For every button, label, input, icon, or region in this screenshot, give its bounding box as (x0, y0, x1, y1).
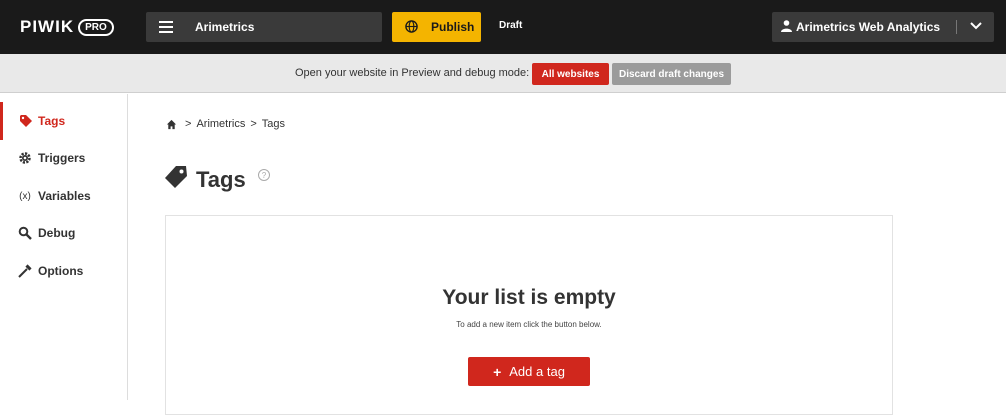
home-icon[interactable] (166, 119, 177, 130)
sidebar-item-label: Triggers (38, 151, 86, 165)
tag-icon (165, 166, 187, 188)
sidebar-item-tags[interactable]: Tags (0, 102, 127, 140)
site-selector[interactable]: Arimetrics (146, 12, 382, 42)
sidebar-item-variables[interactable]: (x) Variables (0, 177, 127, 215)
discard-draft-button[interactable]: Discard draft changes (612, 63, 731, 85)
page-title: Tags (196, 167, 246, 192)
add-tag-button[interactable]: + Add a tag (468, 357, 590, 386)
empty-state-subtitle: To add a new item click the button below… (456, 320, 602, 329)
account-selector[interactable]: Arimetrics Web Analytics (772, 12, 994, 42)
sidebar-item-options[interactable]: Options (0, 252, 127, 290)
sidebar-item-label: Tags (38, 114, 66, 128)
sidebar-item-label: Options (38, 264, 84, 278)
draft-status: Draft (499, 20, 523, 31)
logo-text: PIWIK (20, 17, 75, 36)
empty-state-panel: Your list is empty To add a new item cli… (165, 215, 893, 415)
breadcrumb: > Arimetrics > Tags (166, 118, 290, 130)
menu-icon (159, 21, 173, 33)
top-bar: PIWIK PRO Arimetrics Publish Draft Arime… (0, 0, 1006, 54)
breadcrumb-item[interactable]: Arimetrics (196, 118, 245, 130)
user-icon (781, 20, 792, 32)
search-icon (18, 226, 32, 240)
sidebar-item-label: Variables (38, 189, 91, 203)
site-selector-label: Arimetrics (195, 20, 255, 34)
preview-prompt: Open your website in Preview and debug m… (295, 67, 530, 79)
account-selector-label: Arimetrics Web Analytics (796, 20, 941, 34)
help-icon[interactable]: ? (258, 169, 270, 181)
selector-divider (956, 20, 957, 34)
logo-badge: PRO (78, 18, 114, 36)
globe-icon (405, 20, 418, 33)
sidebar-item-label: Debug (38, 226, 76, 240)
piwik-pro-logo[interactable]: PIWIK PRO (20, 17, 114, 37)
add-tag-label: Add a tag (509, 364, 565, 379)
empty-state-title: Your list is empty (442, 286, 616, 309)
gear-icon (19, 152, 31, 164)
plus-icon: + (493, 363, 502, 380)
sidebar: Tags Triggers (x) Variables Debug Option… (0, 94, 128, 400)
breadcrumb-separator: > (185, 118, 192, 130)
wrench-icon (18, 264, 32, 278)
tag-icon (20, 115, 32, 127)
sidebar-item-debug[interactable]: Debug (0, 214, 127, 252)
breadcrumb-item: Tags (261, 118, 286, 130)
breadcrumb-separator: > (250, 118, 257, 130)
sidebar-item-triggers[interactable]: Triggers (0, 139, 127, 177)
chevron-down-icon[interactable] (970, 21, 982, 31)
publish-label: Publish (431, 20, 475, 34)
variable-icon: (x) (19, 190, 31, 202)
preview-bar: Open your website in Preview and debug m… (0, 54, 1006, 93)
all-websites-button[interactable]: All websites (532, 63, 609, 85)
publish-button[interactable]: Publish (392, 12, 481, 42)
